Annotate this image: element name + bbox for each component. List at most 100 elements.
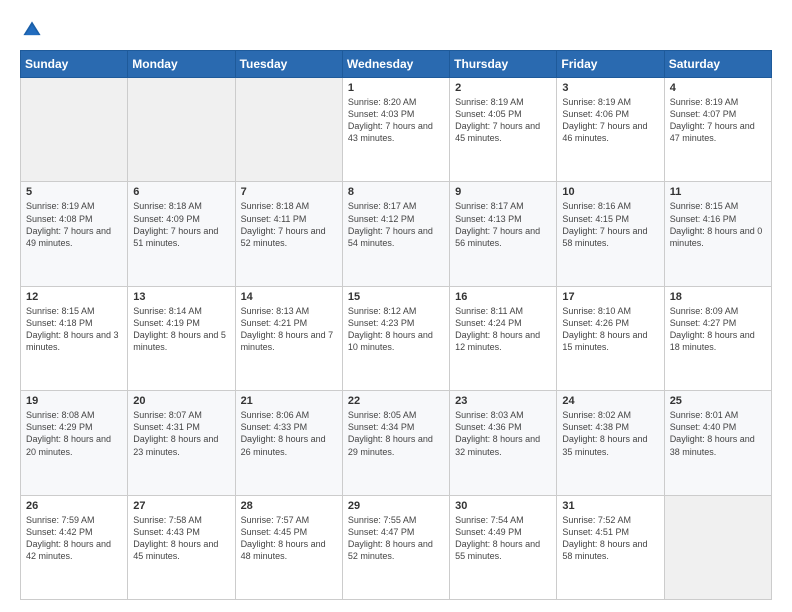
day-info: Sunrise: 8:19 AM Sunset: 4:08 PM Dayligh… (26, 200, 122, 249)
calendar-header-friday: Friday (557, 51, 664, 78)
calendar-table: SundayMondayTuesdayWednesdayThursdayFrid… (20, 50, 772, 600)
calendar-cell: 20 Sunrise: 8:07 AM Sunset: 4:31 PM Dayli… (128, 391, 235, 495)
day-number: 6 (133, 186, 229, 198)
calendar-cell: 27 Sunrise: 7:58 AM Sunset: 4:43 PM Dayli… (128, 495, 235, 599)
calendar-cell: 21 Sunrise: 8:06 AM Sunset: 4:33 PM Dayli… (235, 391, 342, 495)
calendar-cell: 5 Sunrise: 8:19 AM Sunset: 4:08 PM Daylig… (21, 182, 128, 286)
day-info: Sunrise: 8:14 AM Sunset: 4:19 PM Dayligh… (133, 305, 229, 354)
day-number: 20 (133, 395, 229, 407)
day-info: Sunrise: 8:18 AM Sunset: 4:11 PM Dayligh… (241, 200, 337, 249)
day-info: Sunrise: 8:13 AM Sunset: 4:21 PM Dayligh… (241, 305, 337, 354)
calendar-header-sunday: Sunday (21, 51, 128, 78)
calendar-cell: 9 Sunrise: 8:17 AM Sunset: 4:13 PM Daylig… (450, 182, 557, 286)
day-info: Sunrise: 8:02 AM Sunset: 4:38 PM Dayligh… (562, 409, 658, 458)
day-info: Sunrise: 8:06 AM Sunset: 4:33 PM Dayligh… (241, 409, 337, 458)
day-number: 23 (455, 395, 551, 407)
day-number: 27 (133, 500, 229, 512)
calendar-cell: 22Sunrise: 8:05 AM Sunset: 4:34 PM Dayli… (342, 391, 449, 495)
day-number: 25 (670, 395, 766, 407)
calendar-cell: 11 Sunrise: 8:15 AM Sunset: 4:16 PM Dayli… (664, 182, 771, 286)
day-info: Sunrise: 8:19 AM Sunset: 4:07 PM Dayligh… (670, 96, 766, 145)
calendar-cell: 12 Sunrise: 8:15 AM Sunset: 4:18 PM Dayli… (21, 286, 128, 390)
day-info: Sunrise: 8:07 AM Sunset: 4:31 PM Dayligh… (133, 409, 229, 458)
day-number: 29 (348, 500, 444, 512)
calendar-cell: 30 Sunrise: 7:54 AM Sunset: 4:49 PM Dayli… (450, 495, 557, 599)
calendar-cell: 3 Sunrise: 8:19 AM Sunset: 4:06 PM Daylig… (557, 78, 664, 182)
day-number: 7 (241, 186, 337, 198)
calendar-cell: 26Sunrise: 7:59 AM Sunset: 4:42 PM Dayli… (21, 495, 128, 599)
calendar-week-row: 26Sunrise: 7:59 AM Sunset: 4:42 PM Dayli… (21, 495, 772, 599)
calendar-cell: 25 Sunrise: 8:01 AM Sunset: 4:40 PM Dayli… (664, 391, 771, 495)
calendar-header-wednesday: Wednesday (342, 51, 449, 78)
day-number: 5 (26, 186, 122, 198)
calendar-week-row: 1 Sunrise: 8:20 AM Sunset: 4:03 PM Daylig… (21, 78, 772, 182)
calendar-cell: 14 Sunrise: 8:13 AM Sunset: 4:21 PM Dayli… (235, 286, 342, 390)
calendar-cell: 15Sunrise: 8:12 AM Sunset: 4:23 PM Dayli… (342, 286, 449, 390)
calendar-cell: 31 Sunrise: 7:52 AM Sunset: 4:51 PM Dayli… (557, 495, 664, 599)
day-info: Sunrise: 8:17 AM Sunset: 4:13 PM Dayligh… (455, 200, 551, 249)
calendar-cell: 8Sunrise: 8:17 AM Sunset: 4:12 PM Daylig… (342, 182, 449, 286)
day-number: 19 (26, 395, 122, 407)
logo (20, 16, 48, 42)
calendar-cell (128, 78, 235, 182)
day-info: Sunrise: 7:59 AM Sunset: 4:42 PM Dayligh… (26, 514, 122, 563)
calendar-cell: 19 Sunrise: 8:08 AM Sunset: 4:29 PM Dayli… (21, 391, 128, 495)
day-info: Sunrise: 8:01 AM Sunset: 4:40 PM Dayligh… (670, 409, 766, 458)
calendar-cell: 1 Sunrise: 8:20 AM Sunset: 4:03 PM Daylig… (342, 78, 449, 182)
day-info: Sunrise: 8:19 AM Sunset: 4:06 PM Dayligh… (562, 96, 658, 145)
calendar-header-saturday: Saturday (664, 51, 771, 78)
day-number: 28 (241, 500, 337, 512)
day-info: Sunrise: 8:19 AM Sunset: 4:05 PM Dayligh… (455, 96, 551, 145)
calendar-cell: 17 Sunrise: 8:10 AM Sunset: 4:26 PM Dayli… (557, 286, 664, 390)
day-number: 3 (562, 82, 658, 94)
day-info: Sunrise: 8:08 AM Sunset: 4:29 PM Dayligh… (26, 409, 122, 458)
day-number: 13 (133, 291, 229, 303)
calendar-cell: 24 Sunrise: 8:02 AM Sunset: 4:38 PM Dayli… (557, 391, 664, 495)
day-info: Sunrise: 8:10 AM Sunset: 4:26 PM Dayligh… (562, 305, 658, 354)
calendar-week-row: 12 Sunrise: 8:15 AM Sunset: 4:18 PM Dayli… (21, 286, 772, 390)
calendar-header-tuesday: Tuesday (235, 51, 342, 78)
day-number: 10 (562, 186, 658, 198)
day-number: 21 (241, 395, 337, 407)
day-info: Sunrise: 7:57 AM Sunset: 4:45 PM Dayligh… (241, 514, 337, 563)
calendar-cell: 28 Sunrise: 7:57 AM Sunset: 4:45 PM Dayli… (235, 495, 342, 599)
calendar-week-row: 19 Sunrise: 8:08 AM Sunset: 4:29 PM Dayli… (21, 391, 772, 495)
day-number: 2 (455, 82, 551, 94)
day-info: Sunrise: 7:54 AM Sunset: 4:49 PM Dayligh… (455, 514, 551, 563)
day-number: 31 (562, 500, 658, 512)
header (20, 16, 772, 42)
day-number: 14 (241, 291, 337, 303)
calendar-cell: 2 Sunrise: 8:19 AM Sunset: 4:05 PM Daylig… (450, 78, 557, 182)
calendar-cell: 23 Sunrise: 8:03 AM Sunset: 4:36 PM Dayli… (450, 391, 557, 495)
day-info: Sunrise: 8:12 AM Sunset: 4:23 PM Dayligh… (348, 305, 444, 354)
day-number: 30 (455, 500, 551, 512)
calendar-header-thursday: Thursday (450, 51, 557, 78)
day-info: Sunrise: 7:58 AM Sunset: 4:43 PM Dayligh… (133, 514, 229, 563)
day-info: Sunrise: 7:55 AM Sunset: 4:47 PM Dayligh… (348, 514, 444, 563)
day-number: 12 (26, 291, 122, 303)
day-number: 9 (455, 186, 551, 198)
calendar-cell: 13 Sunrise: 8:14 AM Sunset: 4:19 PM Dayli… (128, 286, 235, 390)
day-info: Sunrise: 7:52 AM Sunset: 4:51 PM Dayligh… (562, 514, 658, 563)
calendar-cell: 7 Sunrise: 8:18 AM Sunset: 4:11 PM Daylig… (235, 182, 342, 286)
day-number: 24 (562, 395, 658, 407)
day-number: 4 (670, 82, 766, 94)
day-number: 17 (562, 291, 658, 303)
calendar-cell (235, 78, 342, 182)
day-info: Sunrise: 8:03 AM Sunset: 4:36 PM Dayligh… (455, 409, 551, 458)
calendar-cell: 6 Sunrise: 8:18 AM Sunset: 4:09 PM Daylig… (128, 182, 235, 286)
calendar-cell (21, 78, 128, 182)
day-info: Sunrise: 8:20 AM Sunset: 4:03 PM Dayligh… (348, 96, 444, 145)
calendar-cell (664, 495, 771, 599)
calendar-week-row: 5 Sunrise: 8:19 AM Sunset: 4:08 PM Daylig… (21, 182, 772, 286)
day-info: Sunrise: 8:15 AM Sunset: 4:16 PM Dayligh… (670, 200, 766, 249)
day-info: Sunrise: 8:15 AM Sunset: 4:18 PM Dayligh… (26, 305, 122, 354)
day-info: Sunrise: 8:16 AM Sunset: 4:15 PM Dayligh… (562, 200, 658, 249)
calendar-cell: 18Sunrise: 8:09 AM Sunset: 4:27 PM Dayli… (664, 286, 771, 390)
day-number: 8 (348, 186, 444, 198)
calendar-cell: 4 Sunrise: 8:19 AM Sunset: 4:07 PM Daylig… (664, 78, 771, 182)
day-info: Sunrise: 8:18 AM Sunset: 4:09 PM Dayligh… (133, 200, 229, 249)
day-number: 11 (670, 186, 766, 198)
day-info: Sunrise: 8:05 AM Sunset: 4:34 PM Dayligh… (348, 409, 444, 458)
day-number: 1 (348, 82, 444, 94)
